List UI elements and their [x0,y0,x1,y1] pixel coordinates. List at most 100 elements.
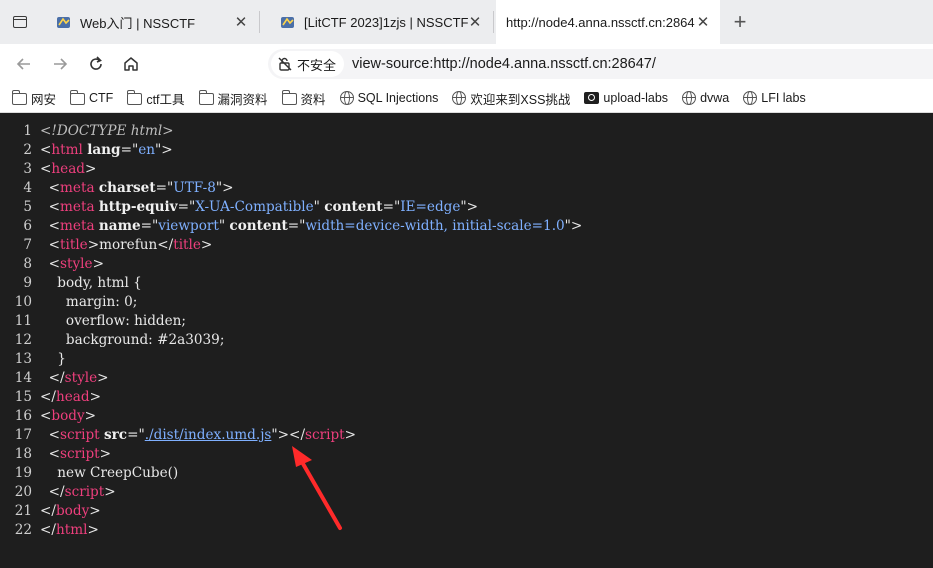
home-icon [124,57,138,71]
code-attribute: content [324,199,383,215]
source-line: 15 </head> [0,388,933,407]
source-line: 21 </body> [0,502,933,521]
code-text: < [40,180,61,196]
site-security-indicator[interactable]: 不安全 [271,51,345,77]
bookmark-folder-ctf-tools[interactable]: ctf工具 [127,89,185,108]
line-number: 7 [23,237,32,253]
arrow-left-icon [16,58,30,70]
code-text: > [92,256,104,272]
code-tag-name: script [64,484,105,500]
source-link[interactable]: ./dist/index.umd.js [145,427,272,443]
source-line: 14 </style> [0,369,933,388]
code-tag-name: script [60,446,100,462]
code-tag-name: meta [60,199,95,215]
code-text: </ [40,503,56,519]
source-line: 11 overflow: hidden; [0,312,933,331]
code-text: > [87,522,99,538]
code-text: > [84,408,97,424]
back-button[interactable] [12,52,36,76]
close-icon[interactable]: ✕ [694,13,712,31]
code-text: < [40,142,52,158]
code-tag-name: style [60,256,93,272]
nssctf-favicon-icon [281,17,294,28]
bookmark-label: SQL Injections [357,91,439,105]
home-button[interactable] [119,52,143,76]
folder-icon [12,90,27,105]
code-attribute-value: IE=edge [400,199,461,215]
line-code: } [40,350,66,369]
bookmark-folder-wangan[interactable]: 网安 [12,89,56,108]
tab-actions-menu-button[interactable] [6,8,34,36]
code-attribute-value: UTF-8 [173,180,216,196]
bookmark-sql-injections[interactable]: SQL Injections [339,91,439,105]
code-text: > [200,237,213,253]
line-number: 12 [14,332,32,348]
line-number: 9 [23,275,32,291]
reload-icon [90,56,102,70]
line-code: margin: 0; [40,293,137,312]
folder-icon [198,90,214,105]
source-line: 22 </html> [0,521,933,540]
code-text: < [40,218,61,234]
source-line: 2 <html lang="en"> [0,141,933,160]
tab-web-intro[interactable]: Web入门 | NSSCTF ✕ [42,0,260,44]
code-text: "> [564,218,583,234]
tab-strip: Web入门 | NSSCTF ✕ [LitCTF 2023]1zjs | NSS… [0,0,933,44]
code-text: > [85,161,97,177]
code-text: < [40,408,52,424]
tab-litctf[interactable]: [LitCTF 2023]1zjs | NSSCTF ✕ [266,0,494,44]
line-number: 16 [14,408,32,424]
code-text: body, html { [40,275,142,291]
code-tag-name: script [305,427,345,443]
code-attribute: http-equiv [98,199,178,215]
code-attribute: charset [98,180,156,196]
line-number: 11 [14,313,32,329]
bookmark-upload-labs[interactable]: upload-labs [584,91,668,105]
line-number: 14 [14,370,32,386]
code-attribute: content [229,218,288,234]
bookmark-folder-docs[interactable]: 资料 [281,89,326,108]
tab-view-source[interactable]: http://node4.anna.nssctf.cn:2864 ✕ [496,0,720,44]
code-tag-name: head [55,389,90,405]
bookmark-dvwa[interactable]: dvwa [682,91,729,105]
bookmark-folder-ctf[interactable]: CTF [70,90,113,105]
line-code: </style> [40,369,109,388]
source-line: 16 <body> [0,407,933,426]
forward-button[interactable] [48,52,72,76]
code-tag-name: script [60,427,100,443]
line-code: <style> [40,255,104,274]
code-text: </ [40,389,56,405]
line-code: </script> [40,483,116,502]
code-attribute-value: X-UA-Compatible [195,199,314,215]
code-text: margin: 0; [40,294,138,310]
folder-icon [70,90,86,105]
reload-button[interactable] [84,52,108,76]
upload-icon [584,92,600,104]
address-bar[interactable]: 不安全 view-source:http://node4.anna.nssctf… [268,49,933,79]
bookmark-label: LFI labs [761,91,806,105]
line-number: 20 [14,484,32,500]
bookmark-xss-challenge[interactable]: 欢迎来到XSS挑战 [452,89,570,108]
line-code: overflow: hidden; [40,312,186,331]
line-number: 21 [14,503,32,519]
bookmark-label: dvwa [700,91,730,105]
line-code: <script> [40,445,111,464]
close-icon[interactable]: ✕ [466,13,484,31]
url-text[interactable]: view-source:http://node4.anna.nssctf.cn:… [352,56,656,72]
code-text: background: #2a3039; [40,332,225,348]
tab-title: http://node4.anna.nssctf.cn:2864 [506,14,695,30]
code-tag-name: meta [60,180,95,196]
new-tab-button[interactable]: + [728,9,752,34]
tab-title: [LitCTF 2023]1zjs | NSSCTF [304,14,469,30]
code-text: < [40,199,61,215]
code-text: "></ [271,427,306,443]
code-text: > [89,503,101,519]
code-text: </ [40,484,65,500]
source-line: 4 <meta charset="UTF-8"> [0,179,933,198]
bookmark-lfi-labs[interactable]: LFI labs [743,91,806,105]
bookmark-folder-vuln-docs[interactable]: 漏洞资料 [198,89,268,108]
code-tag-name: html [51,142,83,158]
nssctf-favicon-icon [57,17,70,28]
code-attribute: lang [87,142,121,158]
close-icon[interactable]: ✕ [232,13,250,31]
